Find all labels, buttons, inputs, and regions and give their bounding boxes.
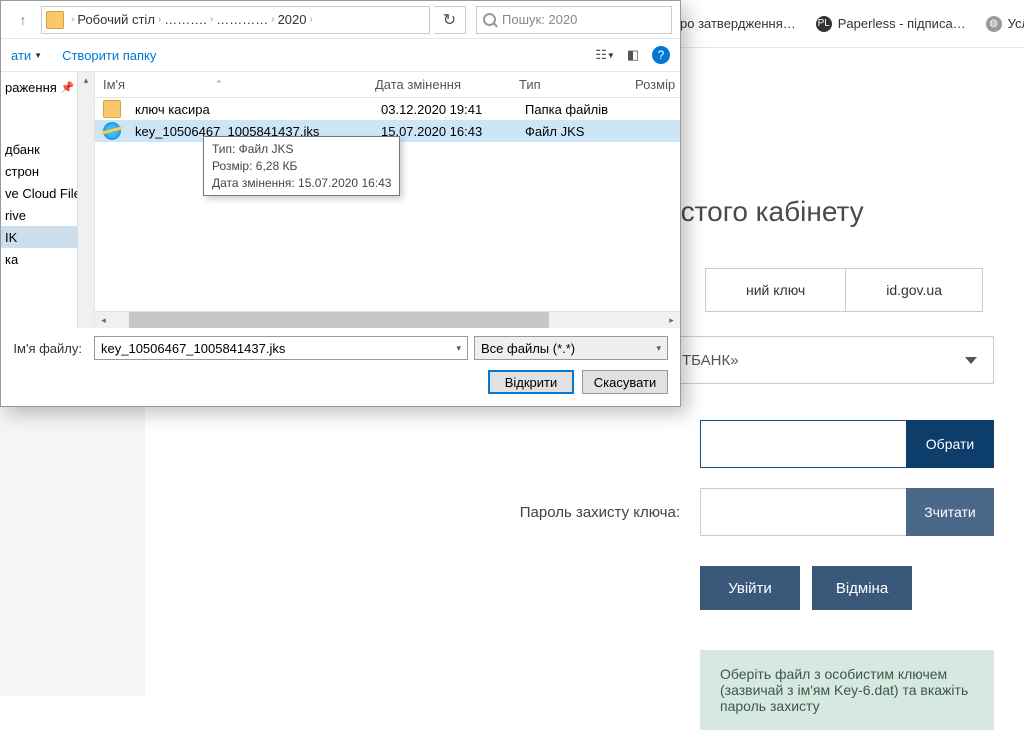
breadcrumb-segment[interactable]: Робочий стіл bbox=[77, 12, 155, 27]
search-field[interactable]: Пошук: 2020 bbox=[476, 6, 672, 34]
scroll-thumb[interactable] bbox=[129, 312, 549, 328]
cancel-button[interactable]: Відміна bbox=[812, 566, 912, 610]
key-file-input[interactable] bbox=[700, 420, 906, 468]
file-date: 03.12.2020 19:41 bbox=[373, 102, 517, 117]
nav-up-button[interactable]: ↑ bbox=[9, 6, 37, 34]
preview-pane-button[interactable]: ◧ bbox=[622, 44, 644, 66]
select-file-button[interactable]: Обрати bbox=[906, 420, 994, 468]
password-input[interactable] bbox=[700, 488, 906, 536]
chevron-right-icon: › bbox=[155, 14, 164, 25]
read-button[interactable]: Зчитати bbox=[906, 488, 994, 536]
file-name: ключ касира bbox=[127, 102, 373, 117]
breadcrumb-segment[interactable]: ………… bbox=[216, 12, 268, 27]
bookmark-item[interactable]: PL Paperless - підписа… bbox=[816, 16, 966, 32]
file-open-dialog: ↑ › Робочий стіл › ………. › ………… › 2020 › … bbox=[0, 0, 681, 407]
bookmark-label: ро затвердження… bbox=[680, 16, 796, 31]
chevron-down-icon: ▼ bbox=[34, 51, 42, 60]
filename-label: Ім'я файлу: bbox=[13, 341, 88, 356]
column-type[interactable]: Тип bbox=[511, 77, 627, 92]
folder-icon bbox=[46, 11, 64, 29]
file-tooltip: Тип: Файл JKS Розмір: 6,28 КБ Дата зміне… bbox=[203, 136, 400, 196]
scroll-right-arrow[interactable]: ▸ bbox=[663, 312, 680, 328]
login-button[interactable]: Увійти bbox=[700, 566, 800, 610]
bookmark-item[interactable]: ◍ Услуги bbox=[986, 16, 1024, 32]
file-list-pane: Ім'я⌃ Дата змінення Тип Розмір ключ каси… bbox=[95, 72, 680, 328]
scroll-up-arrow[interactable]: ▴ bbox=[78, 72, 94, 89]
chevron-right-icon: › bbox=[268, 14, 277, 25]
bookmark-label: Paperless - підписа… bbox=[838, 16, 966, 31]
breadcrumb-segment[interactable]: ………. bbox=[164, 12, 207, 27]
dialog-sidebar: раження📌 дбанк строн ve Cloud File rive … bbox=[1, 72, 95, 328]
chevron-down-icon: ▾ bbox=[456, 343, 461, 354]
globe-icon: ◍ bbox=[986, 16, 1002, 32]
view-options-button[interactable]: ☷ ▼ bbox=[594, 44, 616, 66]
new-folder-button[interactable]: Створити папку bbox=[62, 48, 156, 63]
column-headers: Ім'я⌃ Дата змінення Тип Розмір bbox=[95, 72, 680, 98]
help-button[interactable]: ? bbox=[652, 46, 670, 64]
chevron-right-icon: › bbox=[68, 14, 77, 25]
ie-file-icon bbox=[103, 122, 121, 140]
horizontal-scrollbar[interactable]: ◂ ▸ bbox=[95, 311, 680, 328]
chevron-right-icon: › bbox=[306, 14, 315, 25]
bank-dropdown[interactable]: ТБАНК» bbox=[665, 336, 994, 384]
refresh-button[interactable]: ↻ bbox=[434, 6, 466, 34]
file-row[interactable]: ключ касира 03.12.2020 19:41 Папка файлі… bbox=[95, 98, 680, 120]
search-icon bbox=[483, 13, 496, 26]
dialog-cancel-button[interactable]: Скасувати bbox=[582, 370, 668, 394]
folder-icon bbox=[103, 100, 121, 118]
search-placeholder: Пошук: 2020 bbox=[502, 12, 577, 27]
file-type: Файл JKS bbox=[517, 124, 633, 139]
column-size[interactable]: Розмір bbox=[627, 77, 675, 92]
column-name[interactable]: Ім'я⌃ bbox=[95, 77, 367, 92]
filename-input[interactable]: key_10506467_1005841437.jks ▾ bbox=[94, 336, 468, 360]
scroll-left-arrow[interactable]: ◂ bbox=[95, 312, 112, 328]
organize-menu[interactable]: ати▼ bbox=[11, 48, 42, 63]
open-button[interactable]: Відкрити bbox=[488, 370, 574, 394]
chevron-down-icon: ▾ bbox=[656, 343, 661, 354]
chevron-down-icon bbox=[965, 357, 977, 364]
bank-dropdown-value: ТБАНК» bbox=[682, 352, 965, 369]
chevron-right-icon: › bbox=[207, 14, 216, 25]
sort-asc-icon: ⌃ bbox=[215, 79, 223, 90]
page-title: истого кабінету bbox=[665, 196, 994, 228]
tooltip-line: Тип: Файл JKS bbox=[212, 141, 391, 158]
info-message: Оберіть файл з особистим ключем (зазвича… bbox=[700, 650, 994, 730]
tooltip-line: Розмір: 6,28 КБ bbox=[212, 158, 391, 175]
file-type: Папка файлів bbox=[517, 102, 633, 117]
dialog-toolbar: ати▼ Створити папку ☷ ▼ ◧ ? bbox=[1, 39, 680, 71]
password-label: Пароль захисту ключа: bbox=[365, 504, 700, 521]
bookmark-item[interactable]: ро затвердження… bbox=[680, 16, 796, 31]
file-type-filter[interactable]: Все файлы (*.*) ▾ bbox=[474, 336, 668, 360]
bookmark-label: Услуги bbox=[1008, 16, 1024, 31]
pin-icon: 📌 bbox=[61, 81, 75, 94]
dialog-nav-bar: ↑ › Робочий стіл › ………. › ………… › 2020 › … bbox=[1, 1, 680, 39]
pl-icon: PL bbox=[816, 16, 832, 32]
column-date[interactable]: Дата змінення bbox=[367, 77, 511, 92]
breadcrumb-segment[interactable]: 2020 bbox=[278, 12, 307, 27]
breadcrumb-path[interactable]: › Робочий стіл › ………. › ………… › 2020 › bbox=[41, 6, 430, 34]
tooltip-line: Дата змінення: 15.07.2020 16:43 bbox=[212, 175, 391, 192]
tab-key[interactable]: ний ключ bbox=[705, 268, 846, 312]
dialog-footer: Ім'я файлу: key_10506467_1005841437.jks … bbox=[1, 328, 680, 406]
sidebar-scrollbar[interactable]: ▴ bbox=[77, 72, 94, 328]
tab-idgovua[interactable]: id.gov.ua bbox=[845, 268, 983, 312]
